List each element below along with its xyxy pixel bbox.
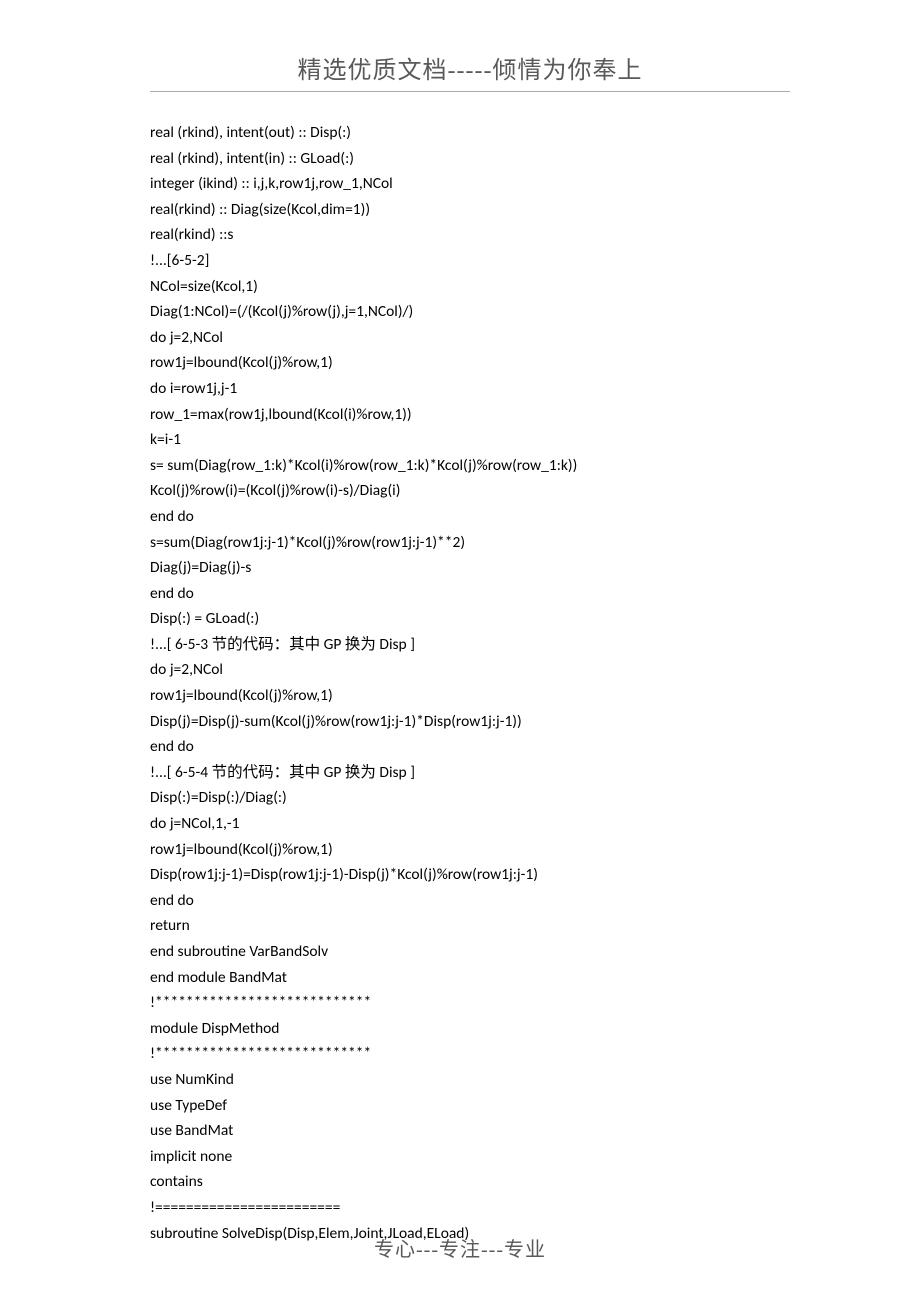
code-line: real (rkind), intent(out) :: Disp(:) [150, 120, 790, 146]
code-line: module DispMethod [150, 1016, 790, 1042]
code-line: !**************************** [150, 990, 790, 1016]
code-line: Diag(1:NCol)=(/(Kcol(j)%row(j),j=1,NCol)… [150, 299, 790, 325]
code-line: !======================== [150, 1195, 790, 1221]
code-line: !**************************** [150, 1041, 790, 1067]
code-line: do j=2,NCol [150, 657, 790, 683]
code-line: end do [150, 888, 790, 914]
code-line: row1j=lbound(Kcol(j)%row,1) [150, 837, 790, 863]
document-page: 精选优质文档-----倾情为你奉上 real (rkind), intent(o… [0, 0, 920, 1302]
code-line: s=sum(Diag(row1j:j-1)*Kcol(j)%row(row1j:… [150, 530, 790, 556]
code-line: real (rkind), intent(in) :: GLoad(:) [150, 146, 790, 172]
code-line: return [150, 913, 790, 939]
code-line: row1j=lbound(Kcol(j)%row,1) [150, 683, 790, 709]
code-line: NCol=size(Kcol,1) [150, 274, 790, 300]
page-footer: 专心---专注---专业 [0, 1233, 920, 1262]
code-line: Disp(row1j:j-1)=Disp(row1j:j-1)-Disp(j)*… [150, 862, 790, 888]
code-line: use NumKind [150, 1067, 790, 1093]
code-line: row1j=lbound(Kcol(j)%row,1) [150, 350, 790, 376]
code-block: real (rkind), intent(out) :: Disp(:)real… [150, 120, 790, 1246]
code-line: real(rkind) :: Diag(size(Kcol,dim=1)) [150, 197, 790, 223]
code-line: implicit none [150, 1144, 790, 1170]
code-line: use TypeDef [150, 1093, 790, 1119]
code-line: end subroutine VarBandSolv [150, 939, 790, 965]
code-line: integer (ikind) :: i,j,k,row1j,row_1,NCo… [150, 171, 790, 197]
code-line: k=i-1 [150, 427, 790, 453]
code-line: do j=2,NCol [150, 325, 790, 351]
code-line: Disp(:)=Disp(:)/Diag(:) [150, 785, 790, 811]
code-line: !...[ 6-5-4 节的代码：其中 GP 换为 Disp ] [150, 760, 790, 786]
code-line: do i=row1j,j-1 [150, 376, 790, 402]
code-line: real(rkind) ::s [150, 222, 790, 248]
code-line: end do [150, 504, 790, 530]
code-line: contains [150, 1169, 790, 1195]
code-line: Kcol(j)%row(i)=(Kcol(j)%row(i)-s)/Diag(i… [150, 478, 790, 504]
code-line: do j=NCol,1,-1 [150, 811, 790, 837]
code-line: row_1=max(row1j,lbound(Kcol(i)%row,1)) [150, 402, 790, 428]
code-line: end do [150, 581, 790, 607]
code-line: s= sum(Diag(row_1:k)*Kcol(i)%row(row_1:k… [150, 453, 790, 479]
code-line: Disp(j)=Disp(j)-sum(Kcol(j)%row(row1j:j-… [150, 709, 790, 735]
code-line: Diag(j)=Diag(j)-s [150, 555, 790, 581]
code-line: !...[6-5-2] [150, 248, 790, 274]
code-line: end do [150, 734, 790, 760]
code-line: !...[ 6-5-3 节的代码：其中 GP 换为 Disp ] [150, 632, 790, 658]
code-line: end module BandMat [150, 965, 790, 991]
code-line: Disp(:) = GLoad(:) [150, 606, 790, 632]
page-header: 精选优质文档-----倾情为你奉上 [150, 50, 790, 92]
code-line: use BandMat [150, 1118, 790, 1144]
